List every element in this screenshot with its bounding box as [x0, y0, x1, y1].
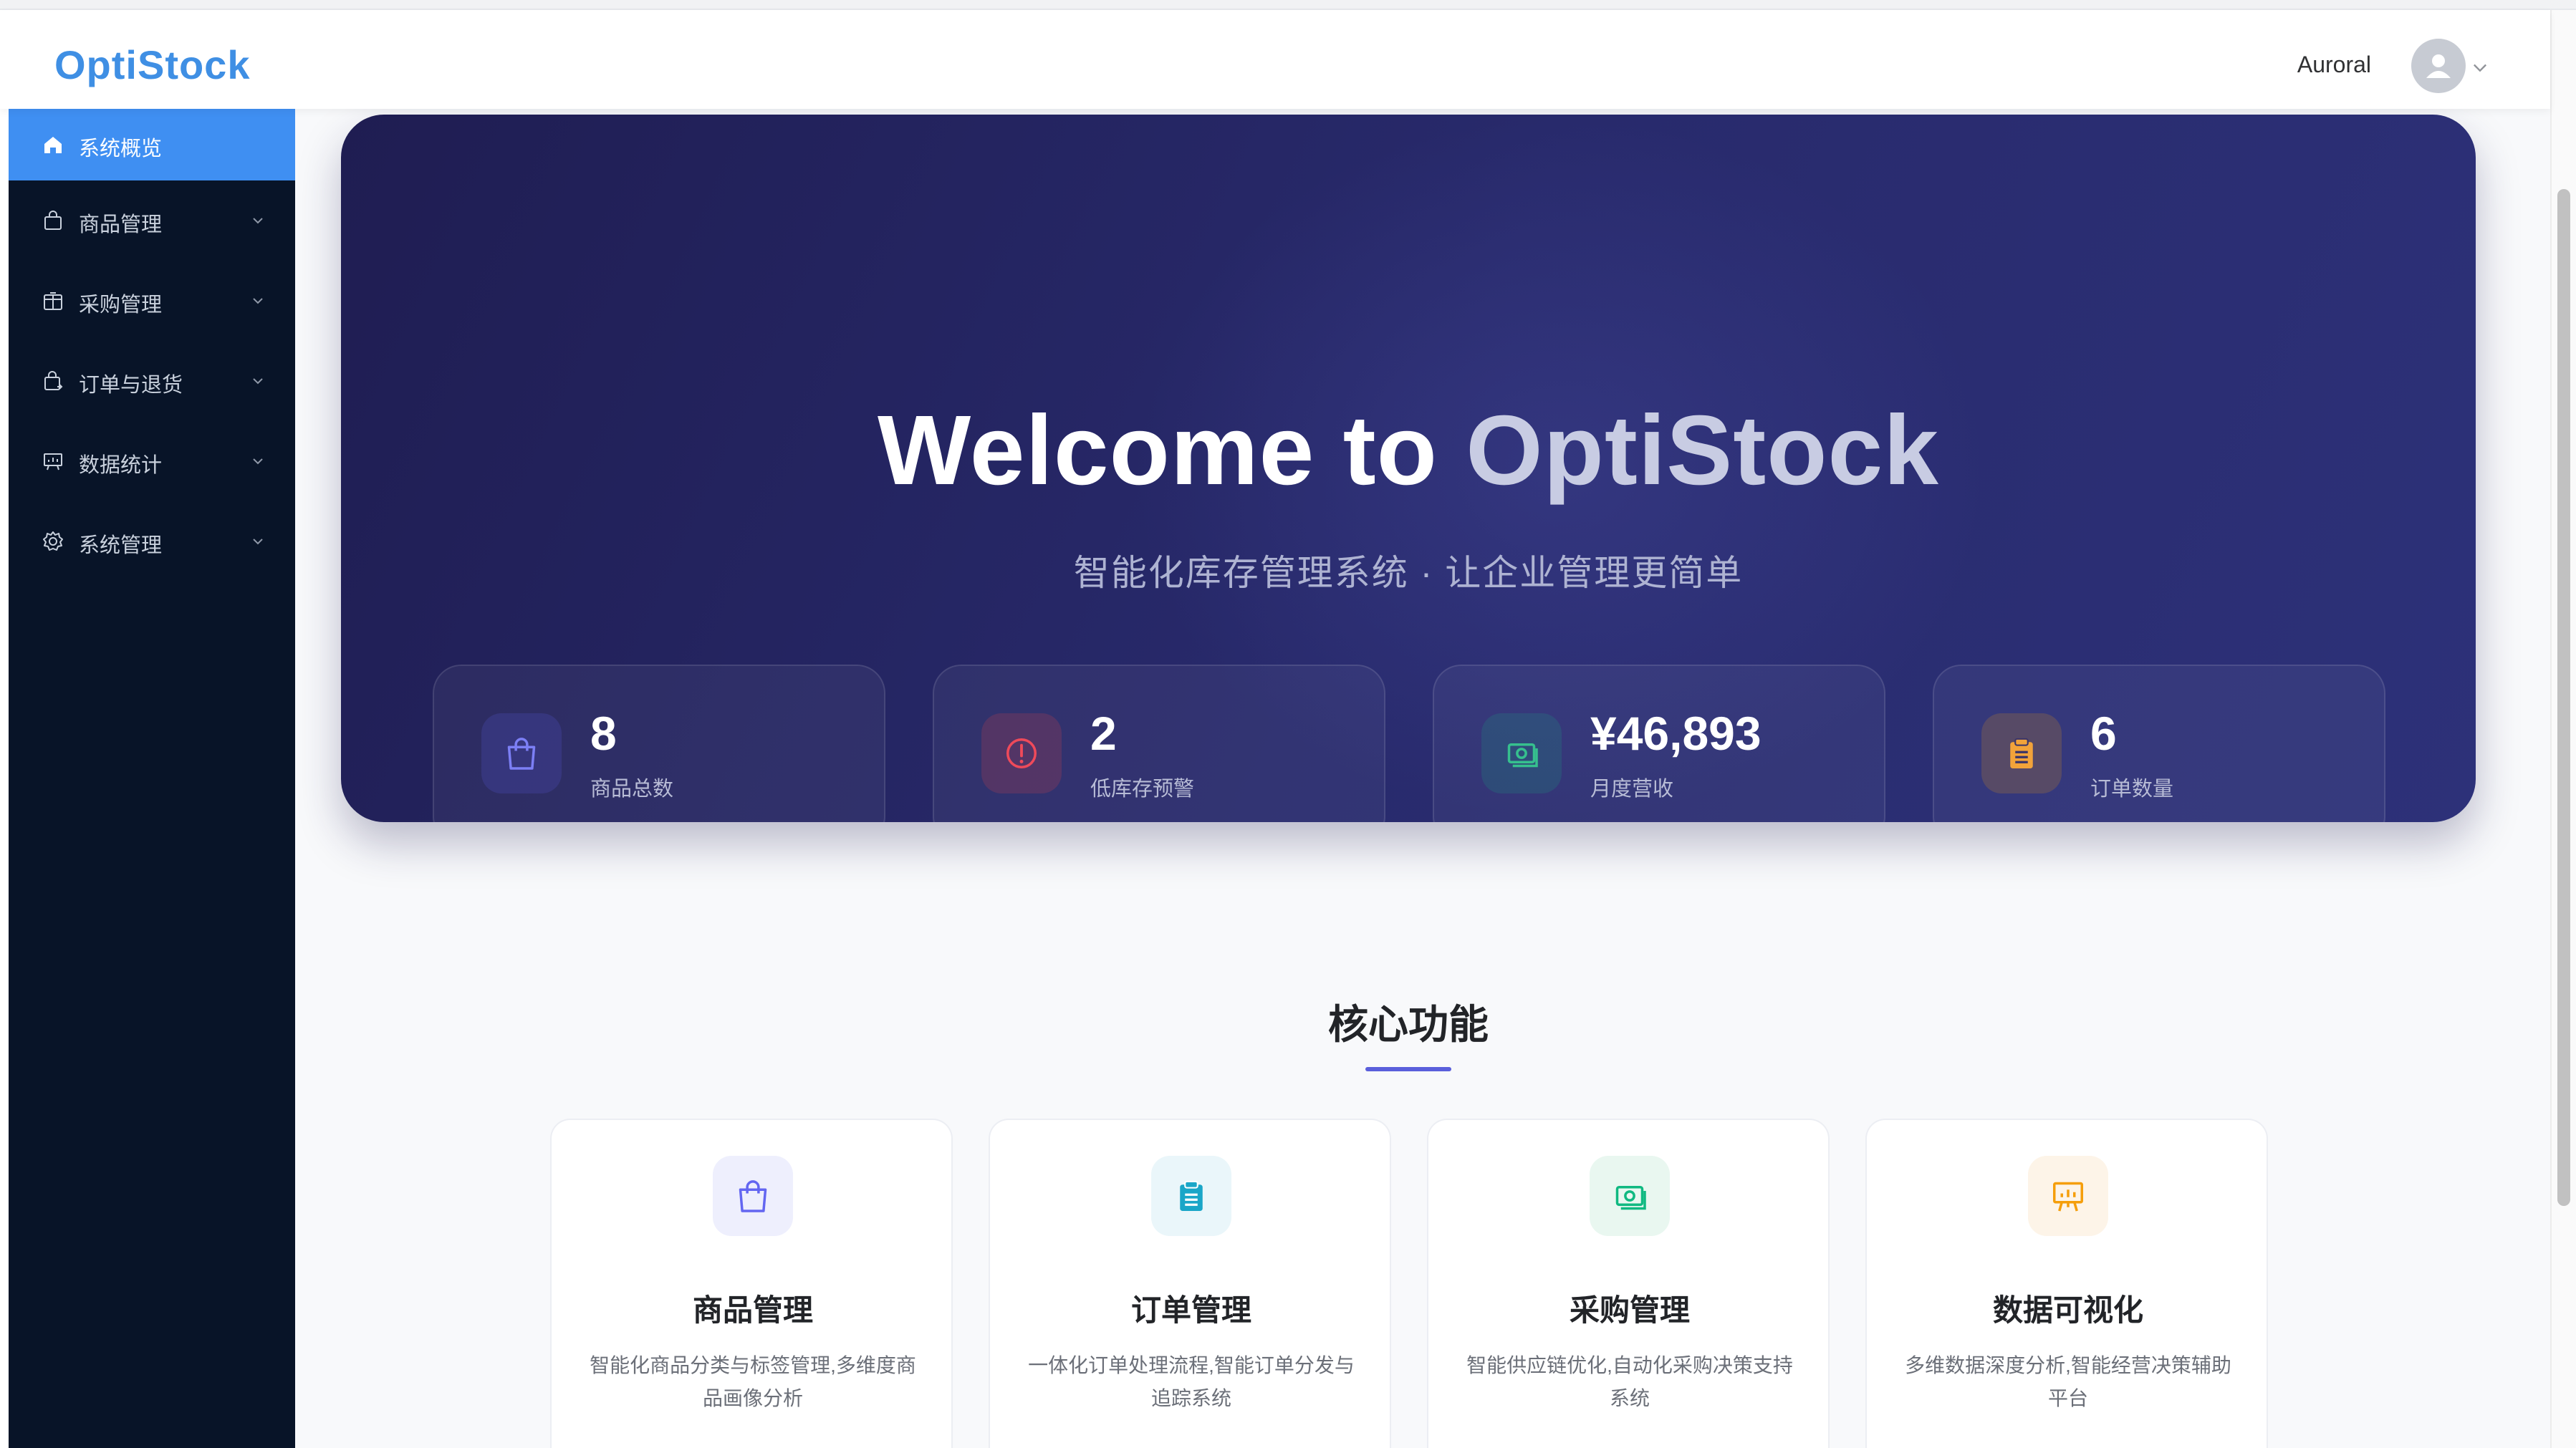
sidebar-item-label: 订单与退货	[79, 374, 183, 397]
hero-subtitle: 智能化库存管理系统 · 让企业管理更简单	[1073, 553, 1744, 593]
app-header: OptiStock Auroral	[0, 10, 2550, 109]
avatar[interactable]	[2411, 39, 2466, 93]
stat-icon-box	[1481, 713, 1562, 793]
sidebar-item-products[interactable]: 商品管理	[9, 185, 295, 256]
scrollbar-thumb[interactable]	[2557, 189, 2570, 1206]
shopping-bag-icon	[739, 1180, 767, 1212]
home-icon	[44, 137, 62, 153]
feature-name: 订单管理	[1130, 1293, 1251, 1327]
chevron-down-icon	[253, 378, 263, 385]
feature-name: 商品管理	[692, 1293, 813, 1327]
clipboard-icon	[2010, 738, 2033, 768]
features-title: 核心功能	[1328, 1002, 1489, 1047]
feature-card-products[interactable]: 商品管理 智能化商品分类与标签管理,多维度商品画像分析	[550, 1119, 953, 1448]
sidebar-item-label: 数据统计	[79, 454, 163, 477]
feature-name: 采购管理	[1569, 1293, 1690, 1327]
feature-card-visualization[interactable]: 数据可视化 多维数据深度分析,智能经营决策辅助平台	[1865, 1119, 2268, 1448]
feature-card-purchasing[interactable]: 采购管理 智能供应链优化,自动化采购决策支持系统	[1427, 1119, 1830, 1448]
clipboard-icon	[1180, 1180, 1203, 1211]
stat-value: 8	[590, 707, 617, 760]
feature-icon-box	[2028, 1156, 2108, 1236]
sidebar-item-purchasing[interactable]: 采购管理	[9, 265, 295, 337]
money-icon	[1507, 743, 1538, 768]
presentation-chart-icon	[2053, 1182, 2083, 1212]
stat-label: 低库存预警	[1090, 778, 1195, 801]
stat-label: 订单数量	[2090, 778, 2174, 801]
sidebar-item-system[interactable]: 系统管理	[9, 506, 295, 577]
chevron-down-icon	[253, 298, 263, 304]
chevron-down-icon	[253, 458, 263, 465]
sidebar: 系统概览 商品管理 采购管理 订单与退货 数据统计 系统管理	[9, 109, 295, 1448]
chevron-down-icon	[253, 539, 263, 545]
features-title-underline	[1365, 1067, 1451, 1071]
feature-description: 智能供应链优化,自动化采购决策支持系统	[1466, 1354, 1793, 1409]
sidebar-item-statistics[interactable]: 数据统计	[9, 425, 295, 497]
sidebar-item-orders-returns[interactable]: 订单与退货	[9, 345, 295, 417]
feature-card-orders[interactable]: 订单管理 一体化订单处理流程,智能订单分发与追踪系统	[989, 1119, 1391, 1448]
page-scrollbar[interactable]	[2550, 10, 2576, 1448]
welcome-hero: Welcome to OptiStock 智能化库存管理系统 · 让企业管理更简…	[341, 115, 2476, 822]
hero-title-part2: OptiStock	[1466, 395, 1939, 506]
feature-description: 多维数据深度分析,智能经营决策辅助平台	[1905, 1354, 2231, 1409]
sidebar-item-label: 系统管理	[79, 534, 163, 557]
hero-title-part1: Welcome to	[877, 395, 1466, 506]
chevron-down-icon	[253, 218, 263, 224]
stat-card-revenue[interactable]: ¥46,893 月度营收	[1433, 665, 1885, 822]
feature-name: 数据可视化	[1992, 1293, 2143, 1327]
hero-title: Welcome to OptiStock	[341, 394, 2476, 508]
feature-icon-box	[713, 1156, 793, 1236]
stat-icon-box	[481, 713, 562, 793]
browser-top-strip	[0, 0, 2576, 10]
sidebar-item-overview[interactable]: 系统概览	[9, 109, 295, 180]
stat-value: 2	[1090, 707, 1117, 760]
sidebar-item-label: 商品管理	[79, 213, 163, 236]
shopping-bag-icon	[44, 211, 62, 230]
feature-description: 智能化商品分类与标签管理,多维度商品画像分析	[590, 1354, 916, 1409]
chevron-down-icon[interactable]	[2470, 57, 2490, 77]
feature-description: 一体化订单处理流程,智能订单分发与追踪系统	[1028, 1354, 1355, 1409]
stat-card-low-stock[interactable]: 2 低库存预警	[933, 665, 1385, 822]
money-icon	[1615, 1186, 1646, 1210]
purchase-box-icon	[44, 292, 62, 310]
stat-card-orders[interactable]: 6 订单数量	[1933, 665, 2385, 822]
user-name[interactable]: Auroral	[2297, 52, 2371, 78]
feature-icon-box	[1590, 1156, 1670, 1236]
warning-icon	[1006, 738, 1037, 768]
stat-icon-box	[1981, 713, 2062, 793]
feature-icon-box	[1151, 1156, 1231, 1236]
user-icon	[2426, 54, 2451, 78]
sidebar-item-label: 采购管理	[79, 294, 163, 317]
stat-label: 月度营收	[1590, 778, 1674, 801]
stat-value: ¥46,893	[1590, 707, 1762, 760]
shopping-bag-icon	[507, 738, 536, 770]
data-chart-icon	[44, 453, 62, 470]
stat-card-products[interactable]: 8 商品总数	[433, 665, 885, 822]
stat-icon-box	[981, 713, 1062, 793]
sidebar-item-label: 系统概览	[79, 137, 163, 160]
stat-value: 6	[2090, 707, 2117, 760]
gear-icon	[43, 531, 63, 551]
stat-label: 商品总数	[590, 778, 674, 801]
app-logo[interactable]: OptiStock	[54, 42, 250, 88]
order-return-icon	[44, 371, 63, 390]
